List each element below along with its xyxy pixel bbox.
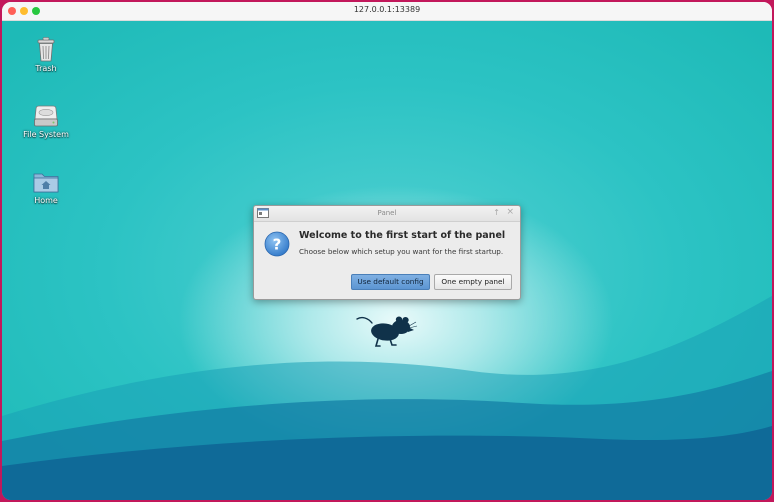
desktop[interactable]: Trash File System Home Panel ↑ × ? Welco… bbox=[2, 21, 772, 500]
desktop-icon-file-system[interactable]: File System bbox=[16, 103, 76, 139]
desktop-icon-label: Trash bbox=[35, 64, 57, 73]
dialog-titlebar[interactable]: Panel ↑ × bbox=[254, 206, 520, 222]
desktop-icon-home[interactable]: Home bbox=[16, 169, 76, 205]
browser-window: 127.0.0.1:13389 Trash File System Home P… bbox=[2, 2, 772, 500]
panel-welcome-dialog: Panel ↑ × ? Welcome to the first start o… bbox=[253, 205, 521, 300]
drive-icon bbox=[34, 105, 58, 127]
trash-icon bbox=[37, 37, 55, 62]
desktop-icon-label: Home bbox=[34, 196, 58, 205]
svg-text:?: ? bbox=[273, 236, 282, 254]
desktop-icon-label: File System bbox=[23, 130, 69, 139]
close-icon[interactable]: × bbox=[506, 207, 514, 217]
one-empty-panel-button[interactable]: One empty panel bbox=[434, 274, 512, 290]
question-icon: ? bbox=[264, 231, 290, 257]
window-url: 127.0.0.1:13389 bbox=[353, 5, 421, 14]
dialog-window-title: Panel bbox=[377, 209, 397, 217]
xfce-mouse-logo bbox=[356, 316, 418, 347]
pin-up-icon[interactable]: ↑ bbox=[493, 208, 500, 217]
home-folder-icon bbox=[33, 173, 59, 193]
dialog-description: Choose below which setup you want for th… bbox=[299, 247, 504, 256]
desktop-icon-trash[interactable]: Trash bbox=[16, 35, 76, 73]
use-default-config-button[interactable]: Use default config bbox=[351, 274, 430, 290]
window-titlebar: 127.0.0.1:13389 bbox=[2, 2, 772, 21]
dialog-heading: Welcome to the first start of the panel bbox=[299, 230, 506, 241]
